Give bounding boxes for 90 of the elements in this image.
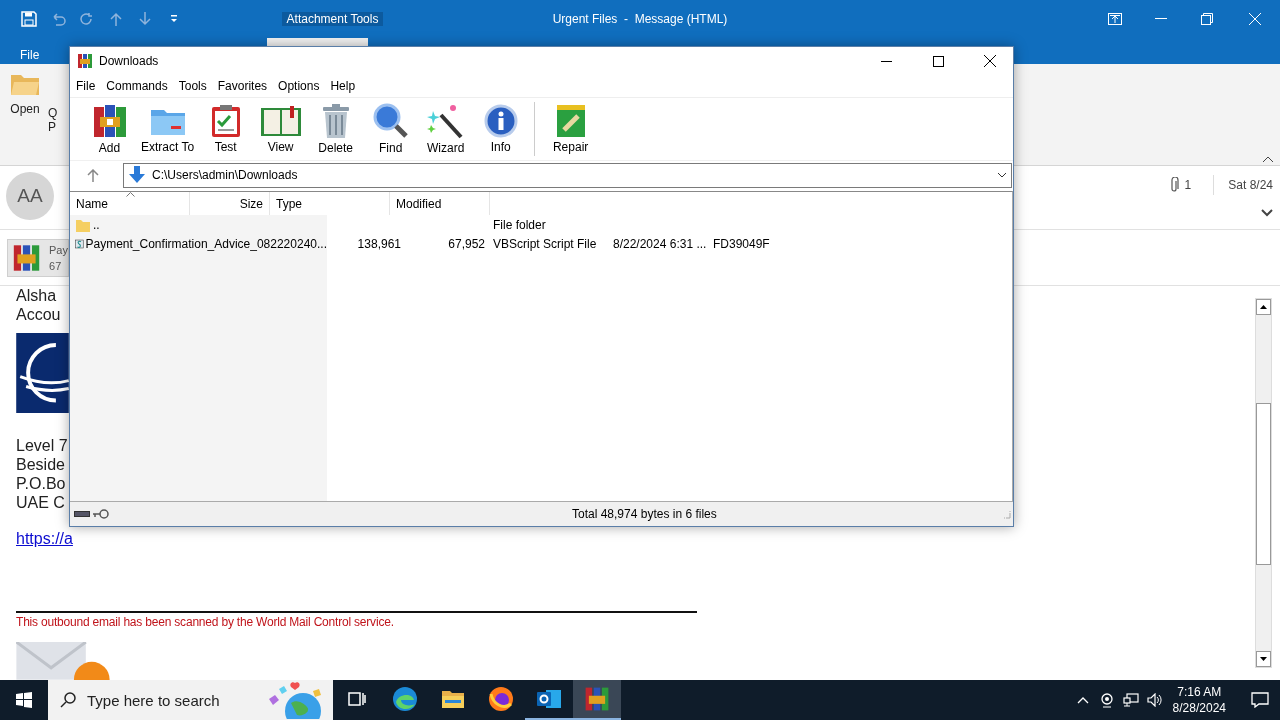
- table-cell-text: 8/22/2024 6:31 ...: [612, 236, 708, 251]
- window-title: Downloads: [99, 54, 160, 68]
- paperclip-icon: [1168, 177, 1179, 193]
- menu-item[interactable]: File: [76, 79, 102, 93]
- toolbar-button[interactable]: Delete: [308, 103, 364, 155]
- download-arrow-icon: [128, 166, 146, 184]
- body-text: Accou: [16, 305, 62, 324]
- ribbon-display-icon[interactable]: [1108, 13, 1122, 25]
- menu-item[interactable]: Commands: [106, 79, 174, 93]
- toolbar-button[interactable]: Test: [198, 104, 254, 154]
- window-title: Urgent Files - Message (HTML): [552, 11, 728, 28]
- website-link[interactable]: https://a: [16, 530, 73, 548]
- ribbon-tab[interactable]: File: [0, 38, 52, 62]
- toolbar-button[interactable]: View: [253, 104, 309, 154]
- toolbar-button[interactable]: Wizard: [418, 103, 474, 155]
- disclaimer-text: This outbound email has been scanned by the World Mail Control service.: [16, 615, 395, 630]
- key-icon: [92, 509, 110, 519]
- table-cell-text: 67,952: [447, 236, 486, 251]
- message-date: Sat 8/24: [1228, 178, 1273, 192]
- address-line: Beside: [16, 455, 66, 475]
- outlook-icon[interactable]: [536, 687, 562, 711]
- search-box[interactable]: Type here to search: [48, 680, 333, 720]
- menu-item[interactable]: Options: [278, 79, 326, 93]
- file-name[interactable]: ..: [70, 216, 327, 233]
- body-text: Alsha: [16, 286, 58, 305]
- menu-item[interactable]: Tools: [178, 79, 213, 93]
- path-field[interactable]: C:\Users\admin\Downloads: [123, 162, 1012, 188]
- magnifier-icon: [371, 103, 410, 139]
- clipboard-icon: [209, 104, 242, 138]
- table-cell-text: 138,961: [356, 236, 402, 251]
- chevron-up-icon[interactable]: [1076, 696, 1089, 704]
- scroll-thumb[interactable]: [1256, 403, 1271, 565]
- network-icon[interactable]: [1122, 693, 1139, 707]
- search-field[interactable]: Type here to search: [85, 690, 249, 710]
- wand-icon: [426, 103, 465, 139]
- address-line: Level 7: [16, 436, 69, 456]
- expand-header-icon[interactable]: [1261, 209, 1273, 217]
- up-folder-icon[interactable]: [87, 168, 99, 182]
- table-cell-text: VBScript Script File: [492, 236, 598, 251]
- dropdown-icon: [997, 172, 1007, 178]
- save-icon[interactable]: [20, 11, 37, 27]
- task-view-icon[interactable]: [348, 691, 366, 707]
- toolbar-button[interactable]: Find: [363, 103, 419, 155]
- scroll-up-icon[interactable]: [1260, 305, 1267, 309]
- firefox-icon[interactable]: [488, 686, 514, 712]
- ribbon-button-label[interactable]: P: [48, 120, 58, 134]
- archive-icon: [584, 686, 610, 712]
- start-icon[interactable]: [16, 692, 32, 708]
- edge-icon[interactable]: [392, 686, 418, 712]
- attachment-size: 67: [49, 258, 63, 274]
- repair-icon: [555, 104, 586, 138]
- open-button[interactable]: Open: [10, 72, 40, 116]
- toolbar-button[interactable]: Add: [82, 103, 137, 155]
- book-icon: [259, 104, 302, 138]
- address-line: P.O.Bo: [16, 474, 67, 494]
- books-icon: [91, 103, 128, 139]
- scroll-down-icon[interactable]: [1260, 657, 1267, 661]
- contextual-tab-label: Attachment Tools: [282, 12, 383, 26]
- collapse-ribbon-icon[interactable]: [1262, 156, 1274, 163]
- folder-icon: [10, 72, 40, 96]
- address-line: UAE C: [16, 493, 66, 513]
- webcam-icon[interactable]: [1099, 692, 1114, 708]
- folder-icon[interactable]: [441, 689, 465, 709]
- search-icon: [60, 692, 76, 708]
- winrar-icon: [77, 53, 93, 69]
- file-name[interactable]: Payment_Confirmation_Advice_082220240...: [70, 235, 327, 252]
- ribbon-button-label[interactable]: Q: [48, 106, 58, 120]
- minimize-icon[interactable]: [880, 60, 892, 62]
- attachment-count: 1: [1184, 178, 1192, 192]
- envelope-icon: [16, 642, 110, 680]
- toolbar-button[interactable]: Extract To: [137, 104, 199, 154]
- info-icon: [483, 104, 518, 138]
- restore-icon[interactable]: [1201, 13, 1213, 25]
- sender-avatar: AA: [6, 172, 54, 220]
- toolbar-button[interactable]: Repair: [543, 104, 599, 154]
- customize-icon[interactable]: [168, 14, 179, 24]
- status-text: Total 48,974 bytes in 6 files: [572, 507, 718, 521]
- table-cell-text: FD39049F: [712, 236, 771, 251]
- menu-item[interactable]: Help: [330, 79, 362, 93]
- menu-item[interactable]: Favorites: [217, 79, 274, 93]
- close-icon[interactable]: [984, 55, 996, 67]
- table-cell-text: File folder: [492, 217, 547, 232]
- maximize-icon[interactable]: [932, 55, 944, 67]
- notifications-icon[interactable]: [1251, 692, 1269, 708]
- attachment-chip[interactable]: Pay 67: [7, 238, 69, 277]
- speaker-icon[interactable]: [1146, 693, 1163, 707]
- drive-icon: [74, 510, 90, 518]
- clock[interactable]: 7:16 AM 8/28/2024: [1172, 684, 1226, 716]
- attachment-name: Pay: [49, 242, 68, 258]
- toolbar-button[interactable]: Info: [473, 104, 529, 154]
